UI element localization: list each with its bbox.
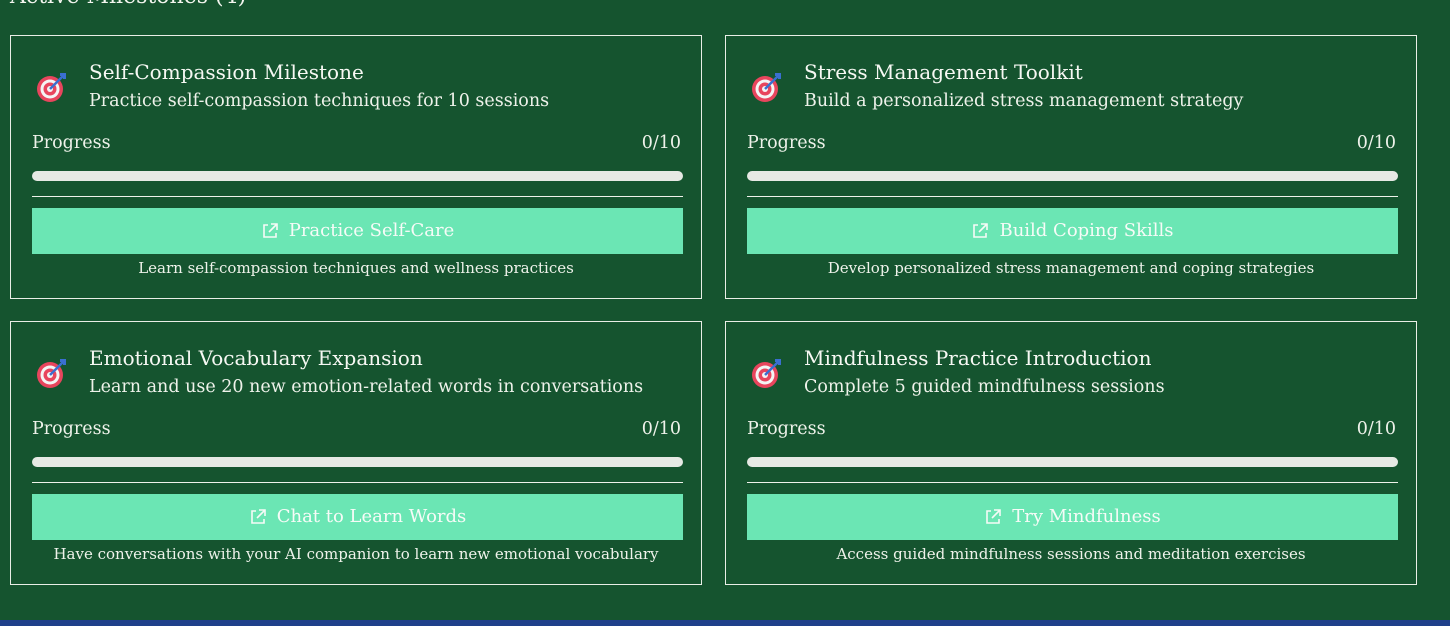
progress-label: Progress [747,133,826,153]
milestone-title: Emotional Vocabulary Expansion [89,346,423,370]
practice-self-care-button[interactable]: Practice Self-Care [32,208,683,254]
progress-count: 0/10 [1356,419,1396,439]
divider [747,482,1398,483]
progress-count: 0/10 [641,133,681,153]
button-label: Build Coping Skills [999,220,1174,241]
external-link-icon [250,509,266,524]
milestone-card: Mindfulness Practice Introduction Comple… [725,321,1417,585]
progress-bar [32,171,683,181]
milestone-description: Practice self-compassion techniques for … [89,91,550,111]
bottom-bar [0,620,1450,626]
section-heading: Active Milestones (4) [10,0,246,8]
progress-count: 0/10 [1356,133,1396,153]
progress-label: Progress [747,419,826,439]
milestone-card: Emotional Vocabulary Expansion Learn and… [10,321,702,585]
progress-bar [32,457,683,467]
milestone-title: Mindfulness Practice Introduction [804,346,1152,370]
progress-label: Progress [32,419,111,439]
button-hint: Develop personalized stress management a… [827,259,1315,277]
external-link-icon [973,223,989,238]
progress-label: Progress [32,133,111,153]
milestone-card: Stress Management Toolkit Build a person… [725,35,1417,299]
button-hint: Learn self-compassion techniques and wel… [138,259,574,277]
target-icon [37,73,66,102]
milestone-card: Self-Compassion Milestone Practice self-… [10,35,702,299]
milestone-title: Stress Management Toolkit [804,60,1083,84]
button-label: Chat to Learn Words [276,506,467,527]
divider [32,196,683,197]
progress-count: 0/10 [641,419,681,439]
milestone-description: Build a personalized stress management s… [804,91,1244,111]
target-icon [752,359,781,388]
external-link-icon [986,509,1002,524]
button-label: Try Mindfulness [1012,506,1161,527]
button-hint: Have conversations with your AI companio… [53,545,659,563]
progress-bar [747,171,1398,181]
chat-to-learn-words-button[interactable]: Chat to Learn Words [32,494,683,540]
try-mindfulness-button[interactable]: Try Mindfulness [747,494,1398,540]
target-icon [37,359,66,388]
target-icon [752,73,781,102]
divider [747,196,1398,197]
button-label: Practice Self-Care [288,220,455,241]
build-coping-skills-button[interactable]: Build Coping Skills [747,208,1398,254]
divider [32,482,683,483]
milestone-description: Learn and use 20 new emotion-related wor… [89,377,644,397]
external-link-icon [262,223,278,238]
progress-bar [747,457,1398,467]
milestone-description: Complete 5 guided mindfulness sessions [804,377,1165,397]
milestones-page: Active Milestones (4) Self-Compassion Mi… [0,0,1450,626]
button-hint: Access guided mindfulness sessions and m… [836,545,1306,563]
milestone-title: Self-Compassion Milestone [89,60,364,84]
